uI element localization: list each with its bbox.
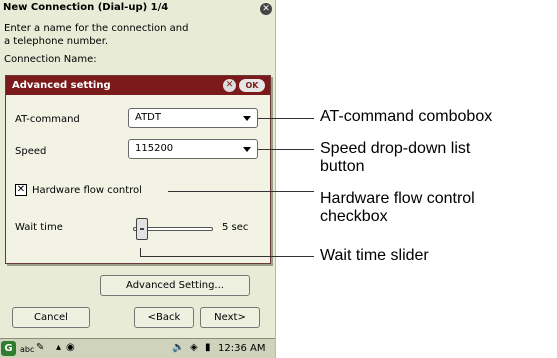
flow-callout: Hardware flow control checkbox [320, 190, 475, 226]
clock: 12:36 AM [218, 343, 266, 354]
cancel-button[interactable]: Cancel [12, 307, 90, 328]
speed-callout-line-2: button [320, 158, 365, 175]
wait-time-callout: Wait time slider [320, 247, 429, 264]
prompt-line-2: a telephone number. [4, 36, 109, 47]
hardware-flow-control-label: Hardware flow control [32, 185, 142, 196]
app-icon[interactable]: ◉ [66, 341, 75, 355]
start-icon[interactable]: G [1, 341, 16, 356]
chevron-down-icon [243, 116, 251, 121]
battery-icon: ▮ [205, 342, 211, 353]
speed-callout-line-1: Speed drop-down list [320, 140, 471, 157]
speed-callout-line [258, 149, 314, 150]
at-command-value: ATDT [135, 112, 161, 123]
network-icon[interactable]: ◈ [190, 341, 198, 355]
prompt-text: Enter a name for the connection and a te… [4, 22, 234, 48]
advanced-setting-button[interactable]: Advanced Setting... [100, 275, 250, 296]
hardware-flow-control-checkbox[interactable]: ✕ [15, 184, 27, 196]
wait-time-slider-thumb[interactable] [136, 218, 149, 240]
wait-time-value: 5 sec [222, 222, 249, 233]
flow-callout-line-1: Hardware flow control [320, 190, 475, 207]
wait-callout-vertical [140, 248, 141, 256]
close-icon[interactable]: ✕ [260, 3, 272, 15]
speed-dropdown[interactable]: 115200 [128, 139, 258, 159]
at-command-combobox[interactable]: ATDT [128, 108, 258, 128]
speaker-icon[interactable]: 🔈 [172, 341, 184, 355]
speed-callout: Speed drop-down list button [320, 140, 470, 176]
at-command-label: AT-command [15, 114, 80, 125]
taskbar: G abc ✎ ▴ ◉ 🔈 ◈ ▮ 12:36 AM [0, 338, 275, 358]
arrow-up-icon[interactable]: ▴ [56, 341, 61, 355]
back-button[interactable]: <Back [134, 307, 194, 328]
flow-callout-line-2: checkbox [320, 208, 388, 225]
speed-label: Speed [15, 146, 47, 157]
at-command-callout-line [258, 118, 314, 119]
speed-value: 115200 [135, 143, 174, 154]
pen-icon[interactable]: ✎ [36, 341, 44, 355]
dialog-ok-button[interactable]: OK [239, 79, 265, 92]
device-screen: New Connection (Dial-up) 1/4 ✕ Enter a n… [0, 0, 276, 358]
wait-callout-line [140, 256, 314, 257]
input-mode[interactable]: abc [20, 345, 34, 354]
wait-time-label: Wait time [15, 222, 63, 233]
at-command-callout: AT-command combobox [320, 108, 493, 125]
flow-callout-line [168, 191, 314, 192]
chevron-down-icon [243, 147, 251, 152]
next-button[interactable]: Next> [200, 307, 260, 328]
dialog-close-icon[interactable]: ✕ [223, 79, 236, 92]
prompt-line-1: Enter a name for the connection and [4, 23, 189, 34]
connection-name-label: Connection Name: [4, 54, 97, 65]
window-title: New Connection (Dial-up) 1/4 [3, 2, 169, 13]
